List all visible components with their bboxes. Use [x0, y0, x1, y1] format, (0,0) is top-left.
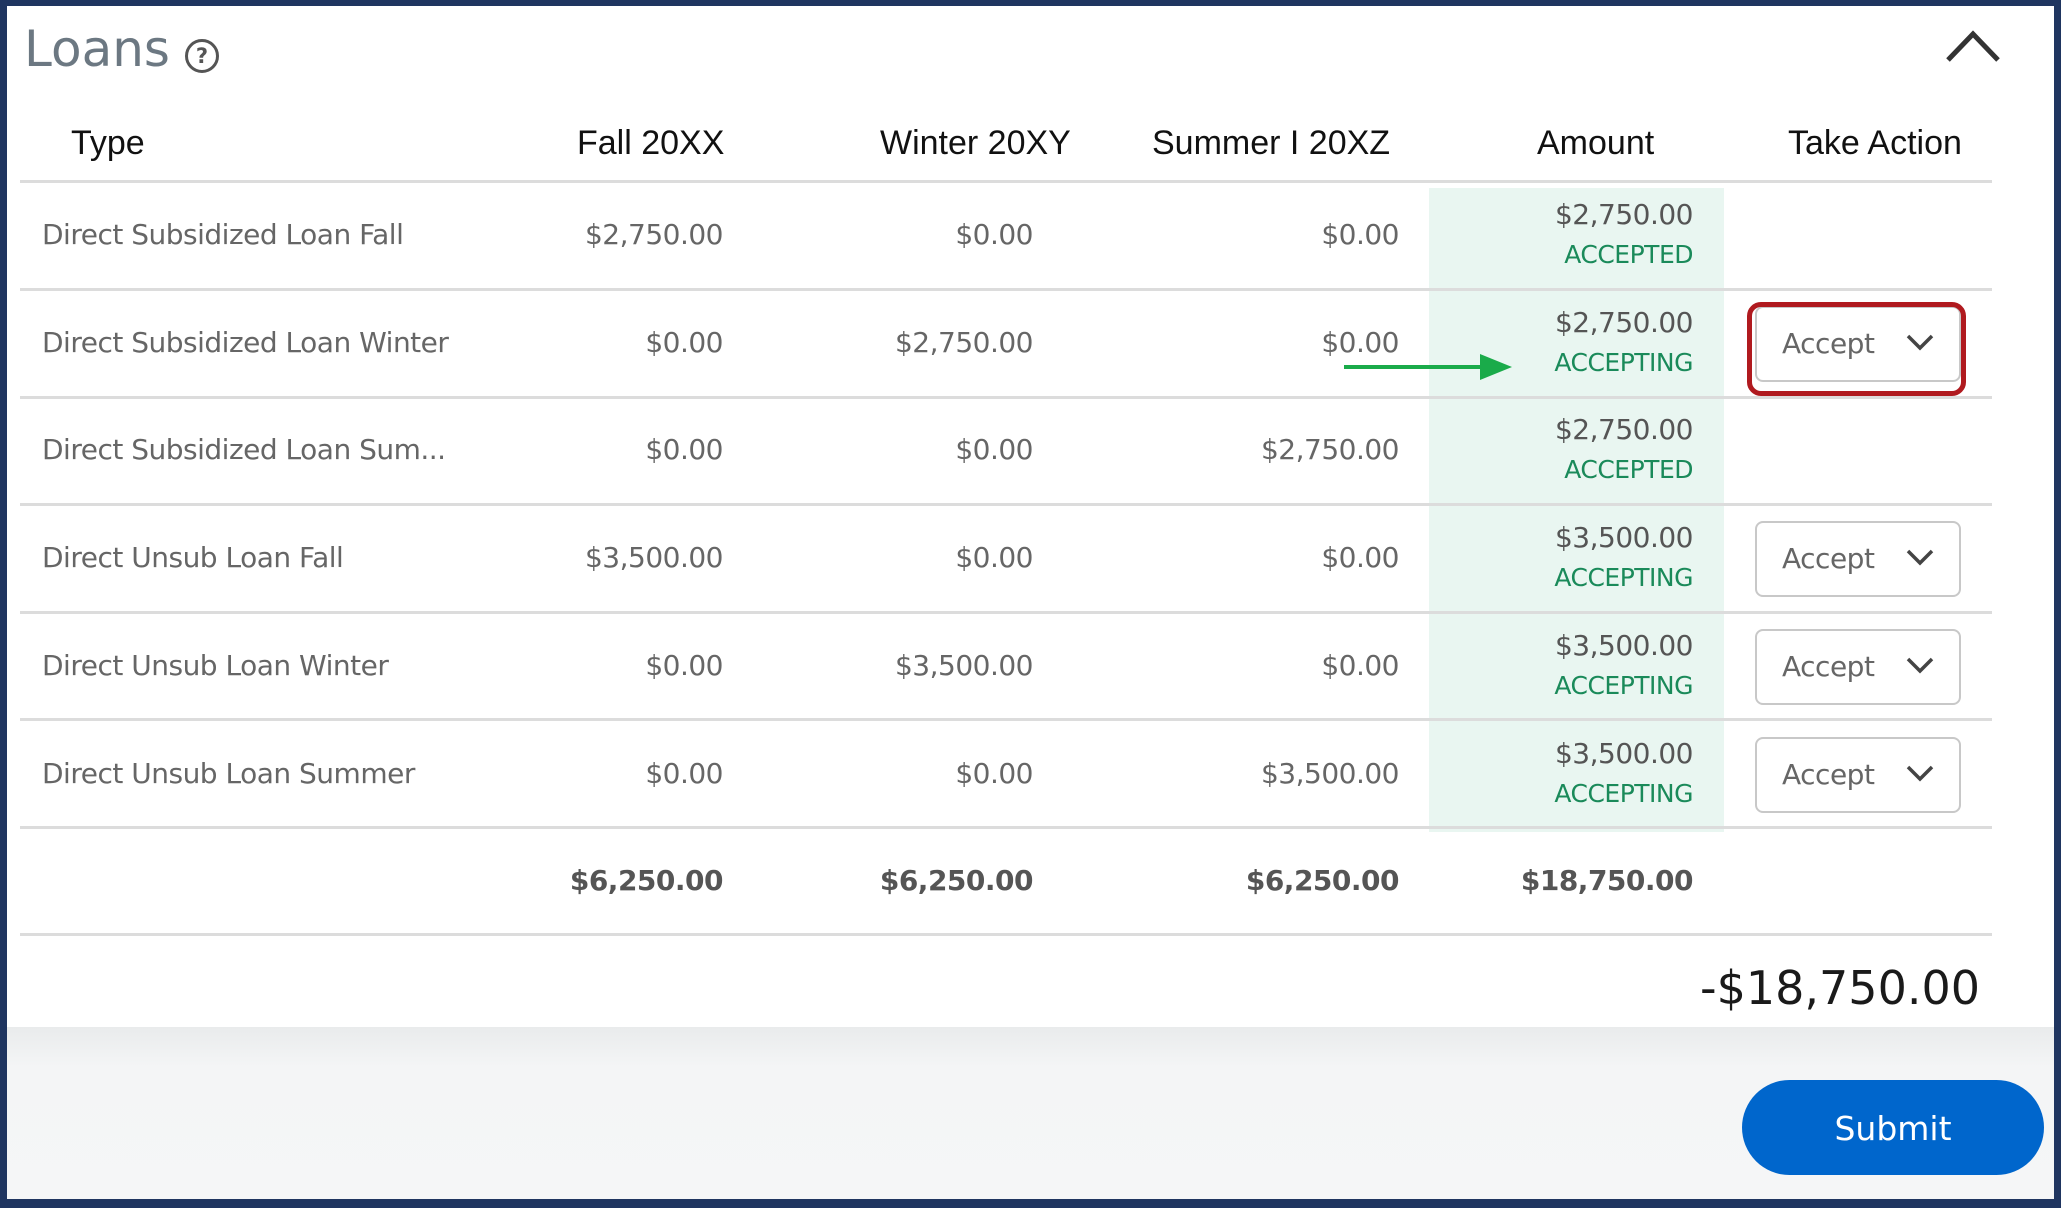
- loan-amount: $3,500.00: [1554, 736, 1694, 770]
- loans-panel: Loans ? Type Fall 20XX Winter 20XY Summe…: [7, 6, 2054, 1027]
- summer-amount: $0.00: [1321, 218, 1399, 251]
- annotation-highlight-box: [1747, 302, 1966, 396]
- winter-amount: $0.00: [955, 433, 1033, 467]
- loan-status: ACCEPTING: [1554, 778, 1693, 808]
- divider: [20, 933, 1992, 936]
- header-summer: Summer I 20XZ: [1152, 124, 1391, 162]
- loan-status: ACCEPTED: [1564, 455, 1693, 485]
- submit-button[interactable]: Submit: [1742, 1080, 2044, 1175]
- loan-type: Direct Subsidized Loan Winter: [42, 325, 449, 359]
- header-fall: Fall 20XX: [577, 124, 725, 162]
- action-select[interactable]: Accept: [1755, 628, 1961, 705]
- loan-type: Direct Unsub Loan Fall: [42, 541, 344, 575]
- total-winter: $6,250.00: [879, 864, 1034, 898]
- winter-amount: $0.00: [955, 218, 1033, 251]
- loan-type: Direct Unsub Loan Winter: [42, 648, 389, 682]
- fall-amount: $0.00: [645, 433, 723, 467]
- loan-amount: $3,500.00: [1554, 628, 1694, 662]
- loan-type: Direct Subsidized Loan Fall: [42, 218, 404, 251]
- divider: [20, 288, 1992, 291]
- action-select-value: Accept: [1782, 542, 1875, 576]
- header-take-action: Take Action: [1788, 124, 1962, 162]
- loan-amount: $2,750.00: [1554, 305, 1694, 339]
- section-title: Loans: [24, 20, 170, 78]
- chevron-down-icon: [1906, 765, 1934, 781]
- header-winter: Winter 20XY: [880, 124, 1071, 162]
- footer-bar: Submit: [7, 1027, 2054, 1199]
- summer-amount: $0.00: [1321, 541, 1399, 575]
- summer-amount: $0.00: [1321, 648, 1399, 682]
- chevron-down-icon: [1906, 549, 1934, 566]
- loan-status: ACCEPTED: [1564, 240, 1693, 269]
- action-select-value: Accept: [1782, 757, 1875, 791]
- loan-type: Direct Subsidized Loan Sum...: [42, 433, 446, 467]
- fall-amount: $3,500.00: [584, 541, 724, 575]
- total-summer: $6,250.00: [1245, 864, 1400, 898]
- loan-status: ACCEPTING: [1554, 563, 1693, 593]
- divider: [20, 718, 1992, 721]
- amount-column-highlight: [1429, 188, 1724, 832]
- divider: [20, 503, 1992, 506]
- divider: [20, 180, 1992, 183]
- winter-amount: $0.00: [955, 541, 1033, 575]
- annotation-arrow-icon: [1344, 354, 1512, 380]
- total-fall: $6,250.00: [569, 864, 724, 898]
- loan-amount: $2,750.00: [1554, 198, 1694, 231]
- header-type: Type: [71, 124, 145, 162]
- chevron-down-icon: [1906, 657, 1934, 674]
- winter-amount: $2,750.00: [894, 325, 1034, 359]
- summer-amount: $2,750.00: [1260, 433, 1400, 467]
- divider: [20, 396, 1992, 399]
- total-amount: $18,750.00: [1520, 864, 1694, 898]
- question-circle-icon[interactable]: ?: [185, 39, 219, 73]
- loan-amount: $2,750.00: [1554, 413, 1694, 447]
- fall-amount: $2,750.00: [584, 218, 724, 251]
- loan-amount: $3,500.00: [1554, 521, 1694, 555]
- divider: [20, 826, 1992, 829]
- loan-type: Direct Unsub Loan Summer: [42, 756, 415, 790]
- header-amount: Amount: [1537, 124, 1655, 162]
- winter-amount: $3,500.00: [894, 648, 1034, 682]
- grand-total: -$18,750.00: [1700, 961, 1980, 1015]
- fall-amount: $0.00: [645, 756, 723, 790]
- summer-amount: $3,500.00: [1260, 756, 1400, 790]
- action-select[interactable]: Accept: [1755, 521, 1961, 598]
- action-select-value: Accept: [1782, 649, 1875, 683]
- loan-status: ACCEPTING: [1554, 670, 1693, 700]
- divider: [20, 611, 1992, 614]
- action-select[interactable]: Accept: [1755, 736, 1961, 813]
- fall-amount: $0.00: [645, 648, 723, 682]
- fall-amount: $0.00: [645, 325, 723, 359]
- winter-amount: $0.00: [955, 756, 1033, 790]
- chevron-up-icon[interactable]: [1944, 28, 2002, 64]
